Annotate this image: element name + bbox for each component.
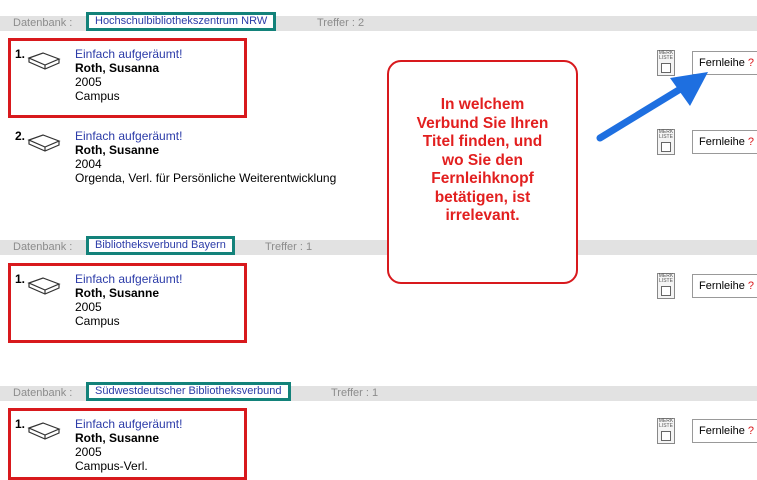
database-name[interactable]: Hochschulbibliothekszentrum NRW (86, 12, 277, 31)
record-title[interactable]: Einfach aufgeräumt! (75, 129, 336, 143)
callout-line: irrelevant. (445, 207, 520, 224)
hit-count: Treffer : 1 (331, 387, 379, 399)
callout-line: Titel finden, und (422, 133, 543, 150)
callout-line: betätigen, ist (434, 188, 531, 206)
callout-box: In welchem Verbund Sie Ihren Titel finde… (387, 60, 578, 284)
fernleihe-label: Fernleihe (699, 280, 745, 292)
database-label: Datenbank : (13, 17, 73, 29)
help-icon[interactable]: ? (748, 280, 754, 292)
record-publisher: Campus (75, 314, 120, 328)
record-number: 1. (15, 417, 26, 431)
help-icon[interactable]: ? (748, 57, 754, 69)
record-author: Roth, Susanna (75, 61, 160, 75)
record-number: 1. (15, 47, 26, 61)
help-icon[interactable]: ? (748, 425, 754, 437)
database-name[interactable]: Südwestdeutscher Bibliotheksverbund (86, 382, 291, 401)
database-name[interactable]: Bibliotheksverbund Bayern (86, 236, 235, 255)
help-icon[interactable]: ? (748, 136, 754, 148)
merkliste-icon[interactable]: MERK LISTE (657, 273, 675, 299)
arrow-icon (596, 72, 708, 142)
database-header: Datenbank : Hochschulbibliothekszentrum … (0, 12, 757, 31)
record-title[interactable]: Einfach aufgeräumt! (75, 47, 182, 61)
record-number: 1. (15, 272, 26, 286)
callout-line: In welchem (440, 96, 525, 113)
database-label: Datenbank : (13, 241, 73, 253)
merkliste-icon[interactable]: MERK LISTE (657, 418, 675, 444)
merkliste-label: MERK LISTE (658, 273, 674, 284)
record-year: 2005 (75, 300, 102, 314)
book-icon (27, 422, 61, 440)
callout-line: wo Sie den (442, 151, 523, 169)
record-author: Roth, Susanne (75, 143, 160, 157)
book-icon (27, 134, 61, 152)
record-number: 2. (15, 129, 26, 143)
fernleihe-button[interactable]: Fernleihe ? (692, 274, 757, 298)
record-publisher: Campus (75, 89, 120, 103)
database-header: Datenbank : Südwestdeutscher Bibliotheks… (0, 382, 757, 401)
merkliste-label: MERK LISTE (658, 418, 674, 429)
callout-line: Fernleihknopf (431, 170, 534, 187)
record-year: 2004 (75, 157, 102, 171)
hit-count: Treffer : 1 (265, 241, 313, 253)
database-header: Datenbank : Bibliotheksverbund Bayern Tr… (0, 236, 757, 255)
database-label: Datenbank : (13, 387, 73, 399)
record-author: Roth, Susanne (75, 286, 160, 300)
record-author: Roth, Susanne (75, 431, 160, 445)
record-year: 2005 (75, 75, 102, 89)
record-publisher: Orgenda, Verl. für Persönliche Weiterent… (75, 171, 337, 185)
fernleihe-label: Fernleihe (699, 425, 745, 437)
hit-count: Treffer : 2 (317, 17, 365, 29)
record-title[interactable]: Einfach aufgeräumt! (75, 417, 182, 431)
record-title[interactable]: Einfach aufgeräumt! (75, 272, 182, 286)
fernleihe-button[interactable]: Fernleihe ? (692, 419, 757, 443)
book-icon (27, 277, 61, 295)
book-icon (27, 52, 61, 70)
callout-line: Verbund Sie Ihren (416, 114, 549, 132)
record-publisher: Campus-Verl. (75, 459, 148, 473)
record-year: 2005 (75, 445, 102, 459)
